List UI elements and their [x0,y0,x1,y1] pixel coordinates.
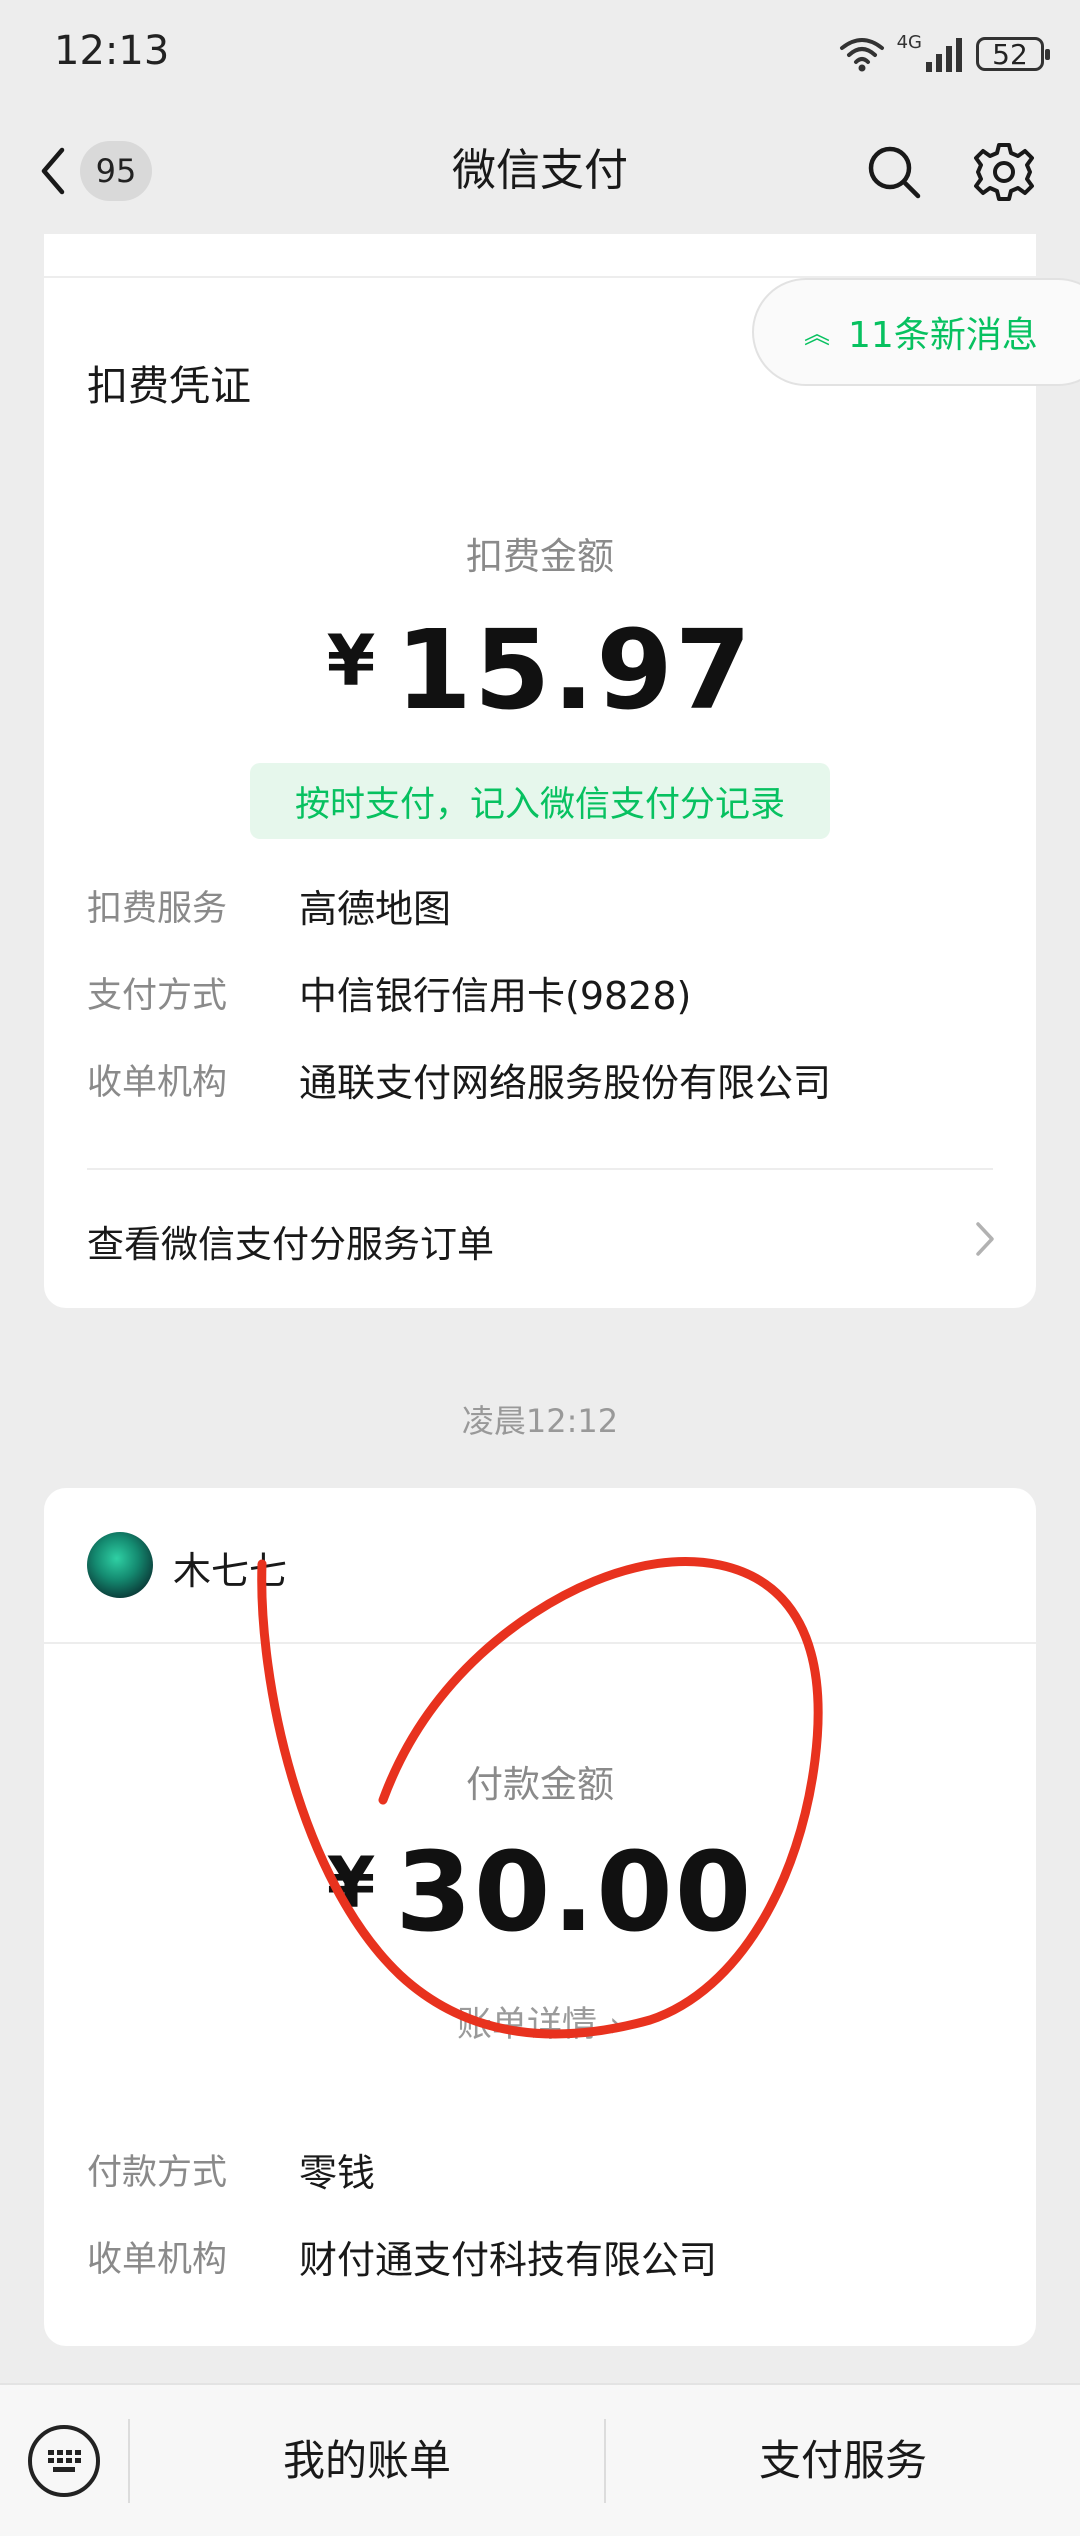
row-value: 通联支付网络服务股份有限公司 [299,1061,832,1105]
bottom-bar: 我的账单 支付服务 [0,2383,1080,2536]
new-messages-label: 11条新消息 [848,315,1038,356]
search-icon[interactable] [864,142,924,202]
gear-icon[interactable] [972,140,1036,204]
link-label: 查看微信支付分服务订单 [87,1223,494,1266]
payment-amount: ¥30.00 [44,1828,1036,1956]
message-timestamp: 凌晨12:12 [461,1402,619,1440]
status-badge: 按时支付，记入微信支付分记录 [250,763,830,839]
avatar [87,1532,153,1598]
row-label: 付款方式 [87,2153,228,2193]
new-messages-button[interactable]: ︽ 11条新消息 [752,278,1080,386]
view-service-order-link[interactable]: 查看微信支付分服务订单 [44,1170,1036,1306]
status-bar: 12:13 4G 52 [0,0,1080,108]
row-label: 支付方式 [87,976,228,1016]
card-title: 扣费凭证 [87,362,251,410]
nav-bar: 95 微信支付 [0,108,1080,234]
network-type: 4G [896,32,922,53]
amount-label: 付款金额 [466,1763,614,1806]
currency-symbol: ¥ [326,620,378,702]
deduction-receipt-card: 扣费凭证 扣费金额 ¥15.97 按时支付，记入微信支付分记录 扣费服务 高德地… [44,234,1036,1308]
signal-icon [926,38,962,72]
keyboard-icon[interactable] [28,2425,100,2497]
row-value: 中信银行信用卡(9828) [299,974,692,1018]
deduction-amount: ¥15.97 [44,606,1036,734]
bill-details-label: 账单详情 [456,2005,597,2045]
amount-label: 扣费金额 [466,535,614,578]
my-bills-button[interactable]: 我的账单 [130,2385,604,2536]
double-chevron-up-icon: ︽ [804,319,831,350]
status-icons: 4G 52 [839,26,1050,82]
amount-value: 30.00 [395,1828,754,1956]
currency-symbol: ¥ [326,1842,378,1924]
payee-name: 木七七 [173,1549,288,1593]
chevron-right-icon: › [609,2005,623,2045]
row-value: 零钱 [299,2151,376,2195]
chevron-right-icon [976,1222,994,1256]
row-value: 财付通支付科技有限公司 [299,2238,718,2282]
row-label: 收单机构 [87,2240,228,2280]
battery-level: 52 [992,37,1028,71]
wifi-icon [839,38,884,72]
battery-icon: 52 [976,37,1050,71]
payment-card[interactable]: 木七七 付款金额 ¥30.00 账单详情 › 付款方式 零钱 收单机构 财付通支付… [44,1488,1036,2346]
status-time: 12:13 [54,28,170,74]
divider [44,1642,1036,1644]
bill-details-link[interactable]: 账单详情 › [44,1996,1036,2047]
row-value: 高德地图 [299,887,452,931]
amount-value: 15.97 [395,606,754,734]
row-label: 扣费服务 [87,889,228,929]
payment-services-button[interactable]: 支付服务 [606,2385,1080,2536]
row-label: 收单机构 [87,1063,228,1103]
